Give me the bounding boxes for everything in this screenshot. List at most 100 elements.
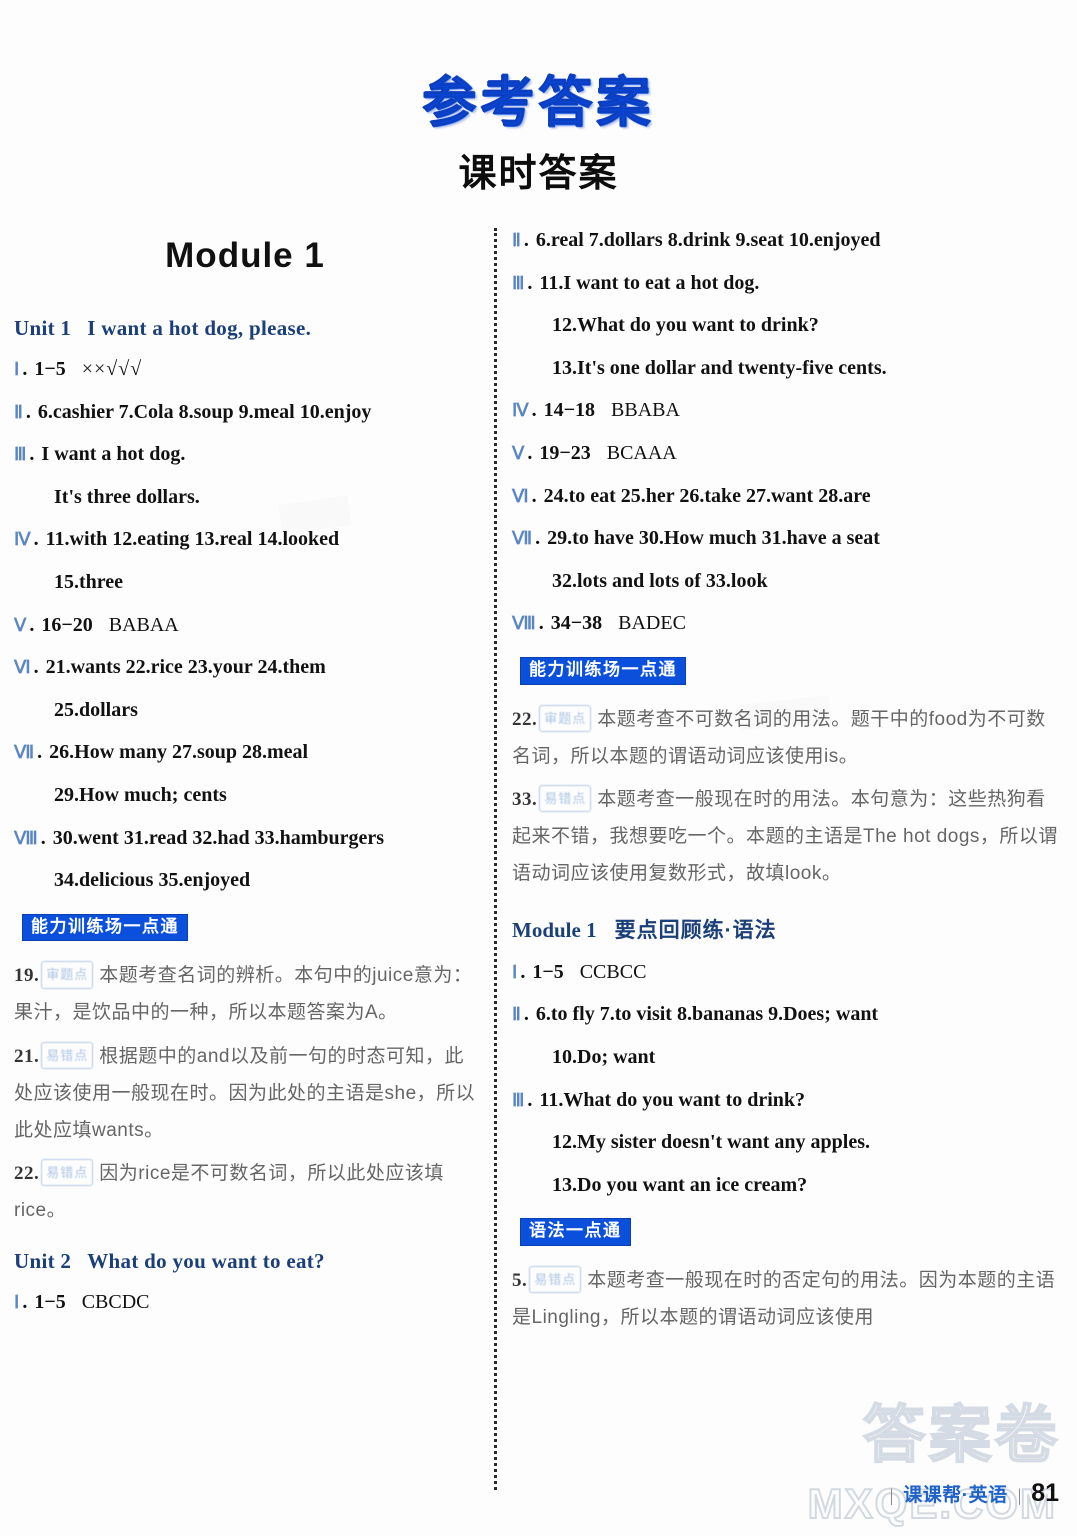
numeral-dot: . bbox=[527, 441, 533, 464]
answer-value: BCAAA bbox=[606, 441, 677, 464]
numeral-dot: . bbox=[535, 527, 541, 550]
column-divider bbox=[494, 228, 497, 1490]
explanation-note: 22. 易错点 因为rice是不可数名词，所以此处应该填rice。 bbox=[14, 1155, 476, 1229]
note-number: 33. bbox=[512, 788, 538, 810]
note-number: 21. bbox=[14, 1045, 40, 1067]
unit1-answer-list: Ⅰ. 1−5 ××√√√ Ⅱ. 6.cashier 7.Cola 8.soup 9.m… bbox=[14, 357, 476, 894]
note-tag: 审题点 bbox=[41, 961, 94, 989]
unit2-title: What do you want to eat? bbox=[87, 1248, 325, 1273]
answer-row: Ⅱ. 6.real 7.dollars 8.drink 9.seat 10.enj… bbox=[512, 228, 1064, 254]
answer-items: 11.I want to eat a hot dog. bbox=[539, 271, 760, 294]
answer-items: 12.What do you want to drink? bbox=[552, 314, 819, 337]
answer-items: 34.delicious 35.enjoyed bbox=[54, 869, 251, 892]
answer-row: Ⅰ. 1−5 CBCDC bbox=[14, 1290, 476, 1316]
watermark-chinese: 答案卷 bbox=[862, 1400, 1061, 1471]
answer-range: 16−20 bbox=[41, 613, 93, 636]
roman-numeral: Ⅰ bbox=[14, 359, 20, 379]
answer-items: 29.to have 30.How much 31.have a seat bbox=[547, 527, 880, 550]
explanation-note: 19. 审题点 本题考查名词的辨析。本句中的juice意为：果汁，是饮品中的一种，所… bbox=[14, 957, 476, 1031]
right-explanation-notes: 22. 审题点 本题考查不可数名词的用法。题干中的food为不可数名词，所以本题的谓… bbox=[512, 701, 1064, 892]
answer-row: Ⅱ. 6.cashier 7.Cola 8.soup 9.meal 10.enjo… bbox=[14, 400, 476, 426]
answer-row: Ⅱ. 6.to fly 7.to visit 8.bananas 9.Does; … bbox=[512, 1002, 1064, 1028]
numeral-dot: . bbox=[33, 528, 39, 551]
numeral-dot: . bbox=[22, 1290, 28, 1313]
answer-row: Ⅰ. 1−5 ××√√√ bbox=[14, 357, 476, 383]
module-review-heading: Module 1 要点回顾练·语法 bbox=[512, 914, 1064, 944]
numeral-dot: . bbox=[22, 358, 28, 380]
review-answer-list: Ⅰ. 1−5 CCBCC Ⅱ. 6.to fly 7.to visit 8.banan… bbox=[512, 960, 1064, 1199]
explanation-note: 5. 易错点 本题考查一般现在时的否定句的用法。因为本题的主语是Lingling，所… bbox=[512, 1262, 1064, 1336]
answer-items: 11.What do you want to drink? bbox=[539, 1088, 806, 1111]
explanation-note: 33. 易错点 本题考查一般现在时的用法。本句意为：这些热狗看起来不错，我想要吃一个… bbox=[512, 781, 1064, 892]
answer-range: 14−18 bbox=[543, 399, 596, 422]
numeral-dot: . bbox=[538, 612, 544, 635]
answer-row-continued: 12.My sister doesn't want any apples. bbox=[552, 1130, 1064, 1156]
numeral-dot: . bbox=[33, 656, 39, 679]
unit2-label: Unit 2 bbox=[14, 1248, 72, 1273]
note-text: 本题考查不可数名词的用法。题干中的food为不可数名词，所以本题的谓语动词应该使… bbox=[512, 708, 1046, 767]
numeral-dot: . bbox=[520, 960, 526, 983]
roman-numeral: Ⅱ bbox=[512, 1004, 521, 1025]
page-number: 81 bbox=[1031, 1479, 1059, 1507]
answer-row: Ⅷ. 30.went 31.read 32.had 33.hamburgers bbox=[14, 826, 476, 852]
answer-items: 21.wants 22.rice 23.your 24.them bbox=[45, 656, 326, 679]
answer-range: 19−23 bbox=[539, 441, 591, 464]
answer-items: 6.to fly 7.to visit 8.bananas 9.Does; wa… bbox=[535, 1003, 879, 1026]
unit2-answer-list: Ⅱ. 6.real 7.dollars 8.drink 9.seat 10.enj… bbox=[512, 228, 1064, 637]
unit1-label: Unit 1 bbox=[14, 316, 72, 340]
answer-range: 1−5 bbox=[34, 1290, 66, 1313]
answer-items: 32.lots and lots of 33.look bbox=[552, 569, 768, 592]
module-review-label: Module 1 bbox=[512, 917, 597, 942]
answer-items: 13.It's one dollar and twenty-five cents… bbox=[552, 356, 887, 379]
roman-numeral: Ⅲ bbox=[14, 444, 27, 465]
answer-row-continued: 12.What do you want to drink? bbox=[552, 313, 1064, 339]
answer-row: Ⅲ. I want a hot dog. bbox=[14, 442, 476, 468]
page-subtitle: 课时答案 bbox=[458, 153, 619, 195]
answer-items: 6.cashier 7.Cola 8.soup 9.meal 10.enjoy bbox=[37, 400, 372, 423]
answer-row-continued: 29.How much; cents bbox=[54, 783, 476, 809]
answer-row-continued: It's three dollars. bbox=[54, 485, 476, 511]
numeral-dot: . bbox=[25, 400, 31, 423]
roman-numeral: Ⅶ bbox=[512, 528, 533, 549]
answer-key-page: 参考答案 课时答案 Module 1 Unit 1 I want a hot do… bbox=[0, 0, 1077, 1536]
answer-row: Ⅰ. 1−5 CCBCC bbox=[512, 960, 1064, 986]
answer-row: Ⅲ. 11.I want to eat a hot dog. bbox=[512, 271, 1064, 297]
answer-row: Ⅳ. 11.with 12.eating 13.real 14.looked bbox=[14, 527, 476, 553]
grammar-explanation-notes: 5. 易错点 本题考查一般现在时的否定句的用法。因为本题的主语是Lingling，所… bbox=[512, 1262, 1064, 1336]
unit2-heading: Unit 2 What do you want to eat? bbox=[14, 1249, 476, 1274]
answer-row: Ⅳ. 14−18 BBABA bbox=[512, 398, 1064, 424]
page-footer: | 课课帮·英语 | 81 bbox=[890, 1479, 1059, 1508]
answer-value: CCBCC bbox=[579, 960, 647, 983]
answer-items: I want a hot dog. bbox=[41, 443, 186, 466]
explanation-note: 22. 审题点 本题考查不可数名词的用法。题干中的food为不可数名词，所以本题的谓… bbox=[512, 701, 1064, 775]
page-title: 参考答案 bbox=[422, 73, 655, 134]
answer-items: 26.How many 27.soup 28.meal bbox=[49, 741, 309, 764]
answer-range: 1−5 bbox=[34, 358, 66, 380]
grammar-badge: 语法一点通 bbox=[520, 1218, 631, 1247]
numeral-dot: . bbox=[523, 229, 529, 251]
roman-numeral: Ⅰ bbox=[14, 1291, 20, 1312]
left-column: Module 1 Unit 1 I want a hot dog, please.… bbox=[14, 228, 476, 1332]
answer-range: 1−5 bbox=[532, 960, 564, 983]
answer-items: It's three dollars. bbox=[54, 485, 200, 508]
answer-value: BBABA bbox=[611, 399, 680, 422]
answer-value: CBCDC bbox=[81, 1290, 150, 1313]
module-title: Module 1 bbox=[165, 236, 325, 275]
left-explanation-notes: 19. 审题点 本题考查名词的辨析。本句中的juice意为：果汁，是饮品中的一种，所… bbox=[14, 957, 476, 1228]
answer-items: 12.My sister doesn't want any apples. bbox=[552, 1131, 870, 1154]
answer-row: Ⅵ. 21.wants 22.rice 23.your 24.them bbox=[14, 655, 476, 681]
answer-value: BADEC bbox=[618, 612, 686, 635]
roman-numeral: Ⅶ bbox=[14, 742, 35, 763]
note-text: 本题考查一般现在时的否定句的用法。因为本题的主语是Lingling，所以本题的谓… bbox=[512, 1270, 1056, 1329]
answer-items: 11.with 12.eating 13.real 14.looked bbox=[45, 528, 340, 551]
answer-row-continued: 10.Do; want bbox=[552, 1045, 1064, 1071]
note-number: 22. bbox=[14, 1162, 40, 1184]
answer-range: 34−38 bbox=[550, 612, 603, 635]
answer-items: 29.How much; cents bbox=[54, 783, 227, 806]
answer-row: Ⅶ. 26.How many 27.soup 28.meal bbox=[14, 740, 476, 766]
roman-numeral: Ⅳ bbox=[14, 529, 31, 550]
answer-row-continued: 15.three bbox=[54, 570, 476, 596]
roman-numeral: Ⅴ bbox=[512, 442, 525, 463]
roman-numeral: Ⅳ bbox=[512, 400, 529, 421]
right-column: Ⅱ. 6.real 7.dollars 8.drink 9.seat 10.enj… bbox=[512, 228, 1064, 1342]
